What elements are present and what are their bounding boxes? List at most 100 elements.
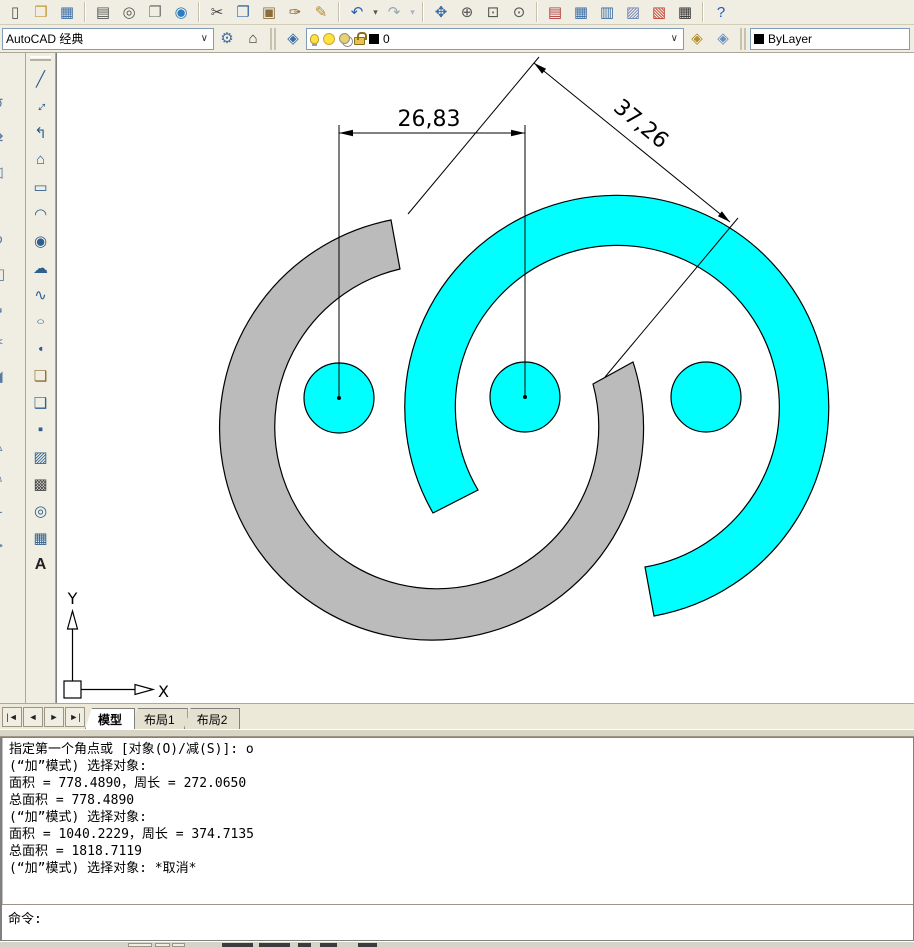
undo-icon[interactable]: ↶: [344, 1, 370, 23]
workspace-combo[interactable]: AutoCAD 经典 ∨: [2, 28, 214, 50]
status-toggle-button[interactable]: [298, 943, 311, 947]
modify-fragment-icon[interactable]: ↺: [0, 87, 25, 121]
redo-dropdown-icon[interactable]: ▾: [407, 1, 418, 23]
toolbar-grip-handle[interactable]: [30, 56, 51, 61]
modify-fragment-icon[interactable]: ✂: [0, 325, 25, 359]
status-toggle-button[interactable]: [358, 943, 377, 947]
layout-tab[interactable]: 布局2: [184, 708, 241, 729]
markup-set-manager-icon[interactable]: ▧: [646, 1, 672, 23]
modify-fragment-icon[interactable]: ◑: [0, 393, 25, 427]
hatch-icon[interactable]: ▨: [26, 443, 55, 470]
command-splitter[interactable]: [0, 729, 914, 737]
status-toggle-button[interactable]: [320, 943, 337, 947]
layer-vpfreeze-icon[interactable]: [339, 33, 350, 44]
zoom-window-icon[interactable]: ⊡: [480, 1, 506, 23]
ellipse-icon[interactable]: ○: [26, 308, 55, 335]
layer-combo[interactable]: 0 ∨: [306, 28, 684, 50]
make-layer-current-button[interactable]: ◈: [684, 28, 710, 50]
layout-tab[interactable]: 布局1: [131, 708, 188, 729]
properties-icon[interactable]: ▤: [542, 1, 568, 23]
tool-palettes-icon[interactable]: ▥: [594, 1, 620, 23]
region-icon[interactable]: ◎: [26, 497, 55, 524]
command-history-line: (“加”模式) 选择对象:: [9, 758, 913, 775]
point-icon[interactable]: ▪: [26, 416, 55, 443]
make-block-icon[interactable]: ❑: [26, 389, 55, 416]
open-icon[interactable]: ❒: [28, 1, 54, 23]
chevron-down-icon[interactable]: ∨: [669, 33, 680, 44]
modify-fragment-icon[interactable]: ↘: [0, 291, 25, 325]
status-toggle-button[interactable]: [128, 943, 152, 947]
layer-freeze-icon[interactable]: [323, 33, 335, 45]
spline-icon[interactable]: ∿: [26, 281, 55, 308]
modify-fragment-icon[interactable]: ⇄: [0, 121, 25, 155]
tab-nav-last[interactable]: ►|: [65, 707, 85, 727]
arc-icon[interactable]: ◠: [26, 200, 55, 227]
modify-fragment-icon[interactable]: ◧: [0, 257, 25, 291]
layout-tab[interactable]: 模型: [85, 708, 135, 729]
workspace-settings-button[interactable]: ⚙: [214, 28, 240, 50]
modify-fragment-icon[interactable]: ✎: [0, 461, 25, 495]
circle-icon[interactable]: ◉: [26, 227, 55, 254]
redo-icon[interactable]: ↷: [381, 1, 407, 23]
layer-on-icon[interactable]: [310, 34, 319, 44]
quickcalc-icon[interactable]: ▦: [672, 1, 698, 23]
plot-icon[interactable]: ▤: [90, 1, 116, 23]
status-toggle-button[interactable]: [172, 943, 185, 947]
status-toggle-button[interactable]: [259, 943, 290, 947]
construction-line-icon[interactable]: ↔: [26, 92, 55, 119]
command-prompt-input[interactable]: 命令:: [2, 904, 913, 940]
modify-fragment-icon[interactable]: ↻: [0, 223, 25, 257]
modify-fragment-icon[interactable]: ◁: [0, 155, 25, 189]
modify-fragment-icon[interactable]: ◢: [0, 359, 25, 393]
sheet-set-manager-icon[interactable]: ▨: [620, 1, 646, 23]
insert-block-icon[interactable]: ❏: [26, 362, 55, 389]
color-combo[interactable]: ByLayer: [750, 28, 910, 50]
pan-icon[interactable]: ✥: [428, 1, 454, 23]
modify-fragment-icon[interactable]: ┤: [0, 53, 25, 87]
status-toggle-button[interactable]: [155, 943, 170, 947]
line-icon[interactable]: ╱: [26, 65, 55, 92]
match-properties-icon[interactable]: ✑: [282, 1, 308, 23]
layer-properties-button[interactable]: ◈: [280, 28, 306, 50]
zoom-previous-icon[interactable]: ⊙: [506, 1, 532, 23]
tab-nav-next[interactable]: ►: [44, 707, 64, 727]
copy-icon[interactable]: ❐: [230, 1, 256, 23]
publish-icon[interactable]: ❐: [142, 1, 168, 23]
mtext-icon[interactable]: A: [26, 551, 55, 578]
polyline-icon[interactable]: ↰: [26, 119, 55, 146]
model-space: 26,83 37,26 X: [57, 53, 914, 703]
zoom-realtime-icon[interactable]: ⊕: [454, 1, 480, 23]
status-toggle-button[interactable]: [222, 943, 253, 947]
table-icon[interactable]: ▦: [26, 524, 55, 551]
polygon-icon[interactable]: ⌂: [26, 146, 55, 173]
ellipse-arc-icon[interactable]: ◖: [26, 335, 55, 362]
undo-dropdown-icon[interactable]: ▾: [370, 1, 381, 23]
plot-preview-icon[interactable]: ◎: [116, 1, 142, 23]
tab-nav-first[interactable]: |◄: [2, 707, 22, 727]
circle-right[interactable]: [671, 362, 741, 432]
modify-fragment-icon[interactable]: ○: [0, 189, 25, 223]
paste-icon[interactable]: ▣: [256, 1, 282, 23]
modify-fragment-icon[interactable]: ✑: [0, 529, 25, 563]
layer-name: 0: [383, 32, 390, 46]
my-workspace-button[interactable]: ⌂: [240, 28, 266, 50]
help-icon[interactable]: ?: [708, 1, 734, 23]
tab-nav-prev[interactable]: ◄: [23, 707, 43, 727]
designcenter-icon[interactable]: ▦: [568, 1, 594, 23]
modify-fragment-icon[interactable]: ├: [0, 495, 25, 529]
new-icon[interactable]: ▯: [2, 1, 28, 23]
modify-fragment-icon[interactable]: △: [0, 427, 25, 461]
chevron-down-icon[interactable]: ∨: [199, 33, 210, 44]
gradient-icon[interactable]: ▩: [26, 470, 55, 497]
layer-lock-icon[interactable]: [354, 37, 365, 45]
dwf-globe-icon[interactable]: ◉: [168, 1, 194, 23]
cut-icon[interactable]: ✂: [204, 1, 230, 23]
block-editor-icon[interactable]: ✎: [308, 1, 334, 23]
standard-toolbar: ▯❒▦▤◎❐◉✂❐▣✑✎↶▾↷▾✥⊕⊡⊙▤▦▥▨▧▦?: [0, 0, 914, 25]
layer-previous-button[interactable]: ◈: [710, 28, 736, 50]
revcloud-icon[interactable]: ☁: [26, 254, 55, 281]
drawing-canvas[interactable]: 26,83 37,26 X: [56, 53, 914, 703]
rectangle-icon[interactable]: ▭: [26, 173, 55, 200]
color-swatch: [754, 34, 764, 44]
save-icon[interactable]: ▦: [54, 1, 80, 23]
